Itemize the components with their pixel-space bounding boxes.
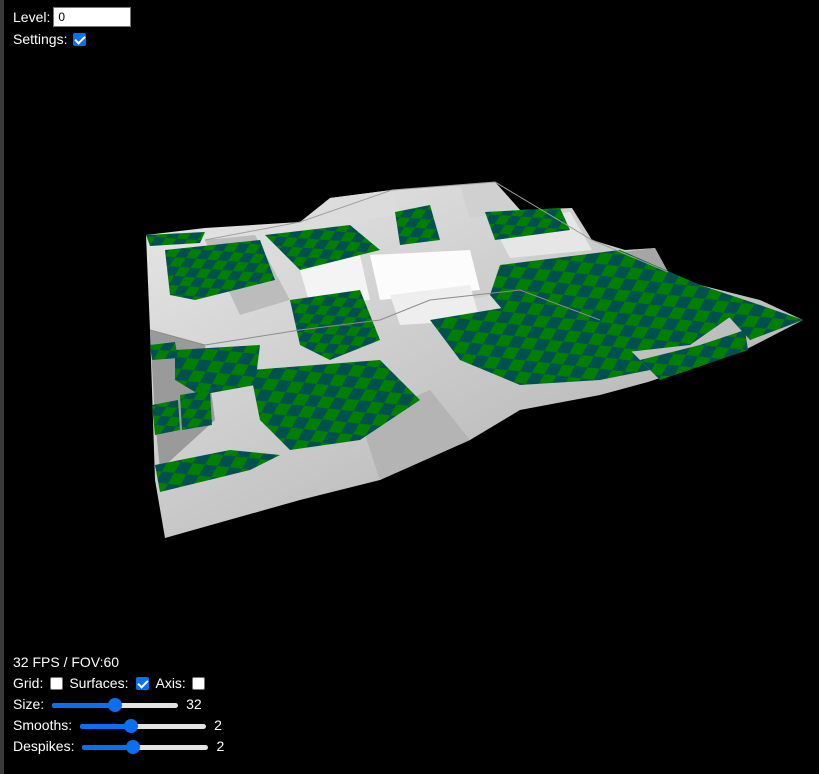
terrain-mesh xyxy=(146,181,803,538)
smooths-slider[interactable] xyxy=(80,718,207,733)
settings-label: Settings: xyxy=(13,31,68,47)
settings-panel: 32 FPS / FOV:60 Grid: Surfaces: Axis: Si… xyxy=(13,652,224,757)
level-row: Level: xyxy=(13,6,132,28)
settings-checkbox[interactable] xyxy=(73,32,87,46)
despikes-value: 2 xyxy=(216,738,225,754)
grid-checkbox[interactable] xyxy=(50,677,64,690)
settings-row: Settings: xyxy=(13,28,131,50)
smooths-label: Smooths: xyxy=(13,717,73,733)
size-slider[interactable] xyxy=(52,697,179,712)
axis-checkbox[interactable] xyxy=(191,677,205,690)
despikes-row: Despikes: 2 xyxy=(13,736,224,757)
smooths-slider-thumb[interactable] xyxy=(123,718,138,733)
axis-label: Axis: xyxy=(155,675,186,691)
level-label: Level: xyxy=(13,9,51,25)
smooths-row: Smooths: 2 xyxy=(13,715,224,736)
toggles-row: Grid: Surfaces: Axis: xyxy=(13,673,224,694)
stats-row: 32 FPS / FOV:60 xyxy=(13,652,224,673)
top-controls: Level: Settings: xyxy=(13,6,132,50)
size-value: 32 xyxy=(186,696,202,712)
level-input[interactable] xyxy=(53,7,132,27)
size-row: Size: 32 xyxy=(13,694,224,715)
size-slider-thumb[interactable] xyxy=(108,697,123,712)
surfaces-label: Surfaces: xyxy=(69,675,129,691)
grid-label: Grid: xyxy=(13,675,44,691)
despikes-label: Despikes: xyxy=(13,738,75,754)
smooths-value: 2 xyxy=(214,717,222,733)
despikes-slider[interactable] xyxy=(82,739,209,754)
size-label: Size: xyxy=(13,696,45,712)
despikes-slider-thumb[interactable] xyxy=(125,739,140,754)
surfaces-checkbox[interactable] xyxy=(136,677,150,690)
fps-readout: 32 FPS / FOV:60 xyxy=(13,654,120,670)
